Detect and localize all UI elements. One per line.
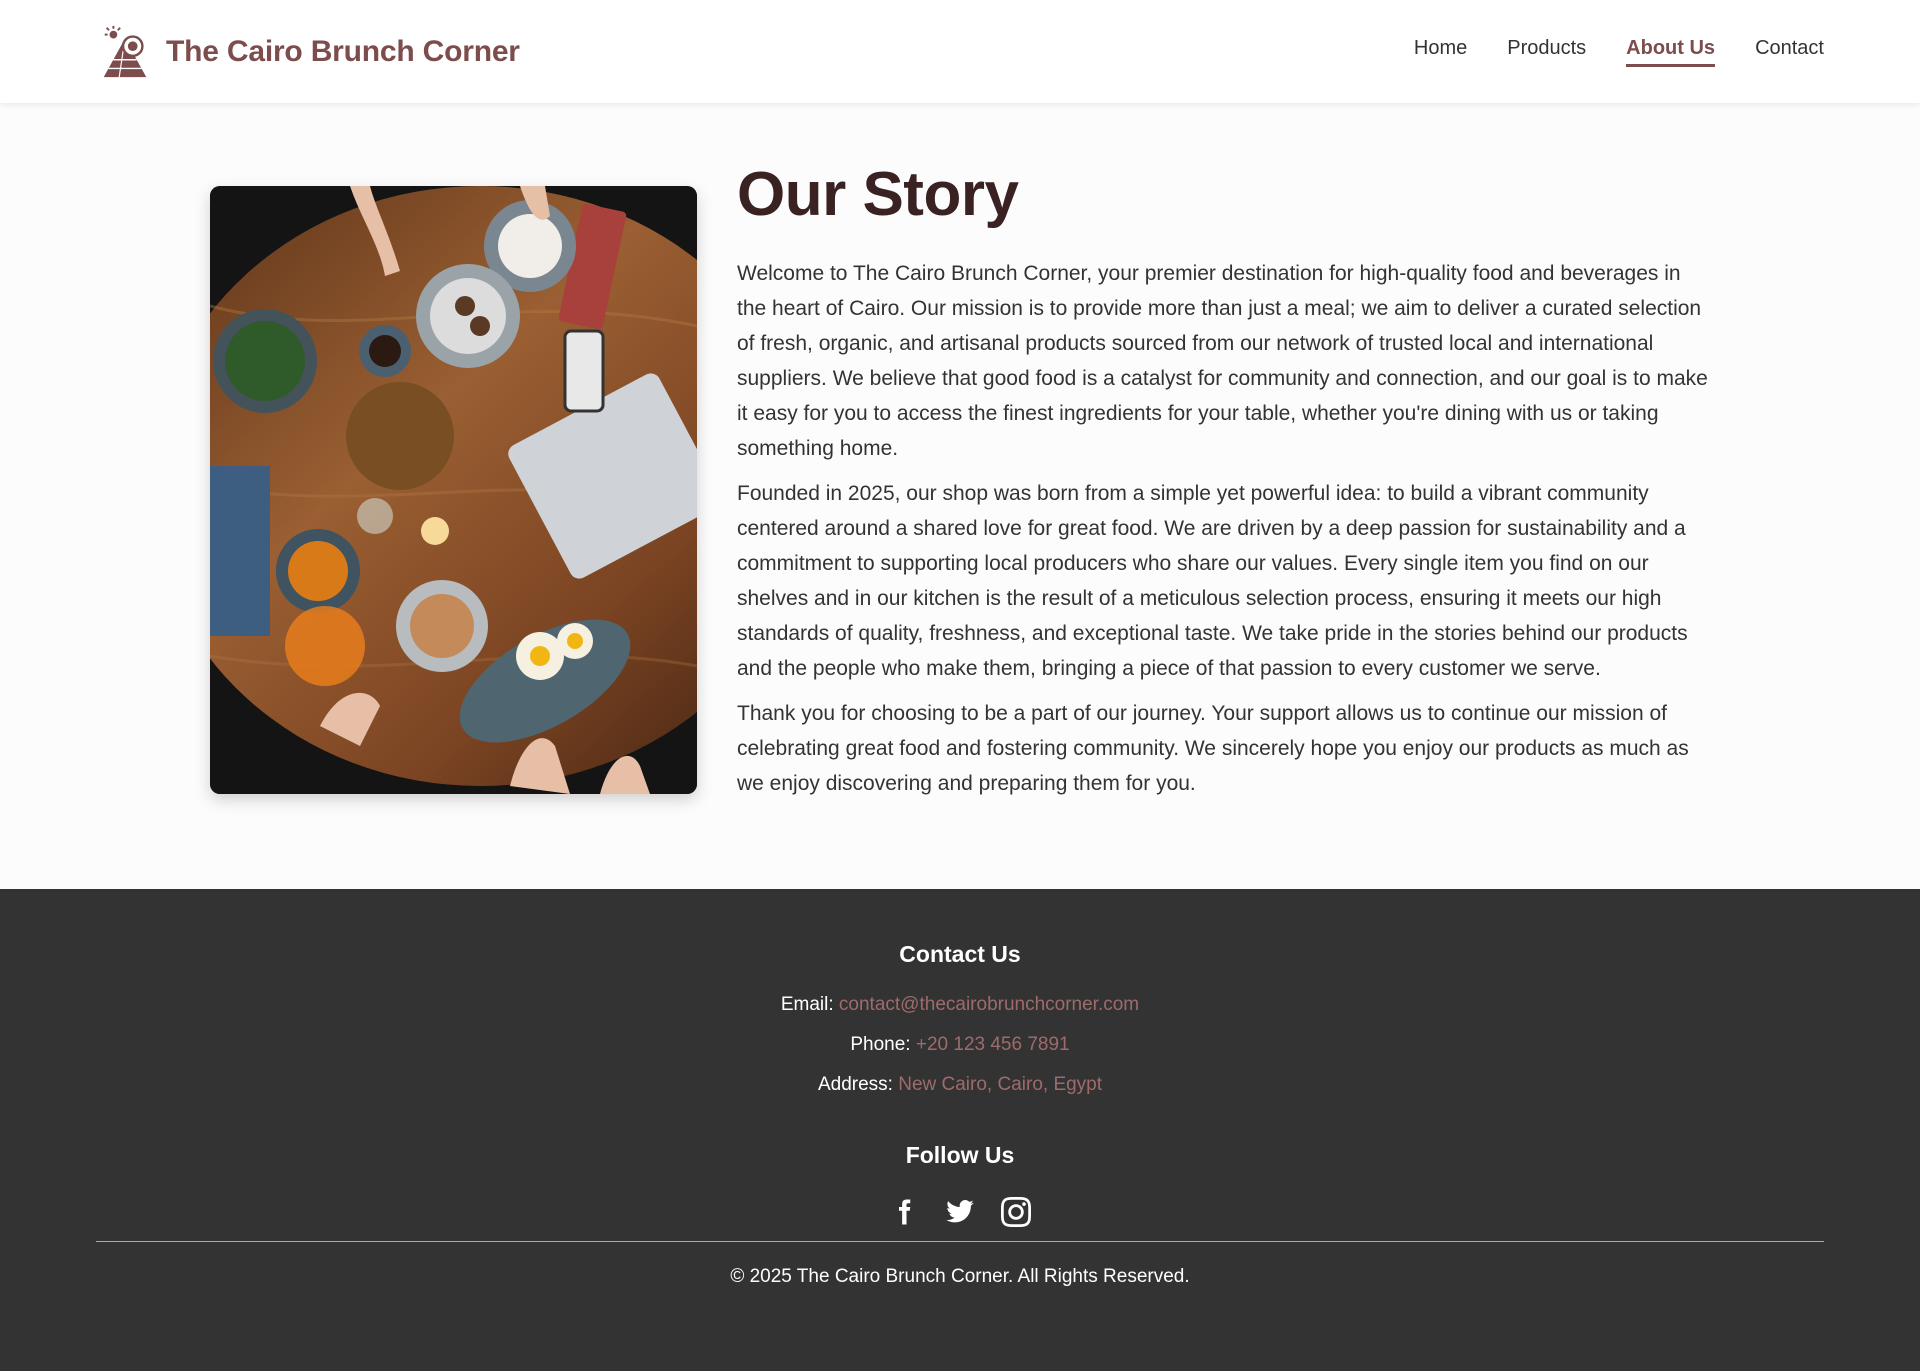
story-paragraph: Founded in 2025, our shop was born from … <box>737 482 1688 680</box>
address-label: Address: <box>817 1074 893 1095</box>
email-label: Email: <box>780 994 834 1015</box>
email-link[interactable]: contact@thecairobrunchcorner.com <box>839 994 1139 1015</box>
address-link[interactable]: New Cairo, Cairo, Egypt <box>898 1074 1102 1095</box>
facebook-icon[interactable] <box>887 1195 921 1229</box>
brunch-table-photo <box>210 186 697 794</box>
brand-name[interactable]: The Cairo Brunch Corner <box>166 35 520 69</box>
nav-home[interactable]: Home <box>1414 37 1467 67</box>
main-nav: Home Products About Us Contact <box>1414 37 1824 67</box>
contact-heading: Contact Us <box>899 941 1021 967</box>
follow-heading: Follow Us <box>905 1142 1015 1168</box>
twitter-icon[interactable] <box>943 1195 977 1229</box>
copyright: © 2025 The Cairo Brunch Corner. All Righ… <box>730 1266 1190 1287</box>
phone-label: Phone: <box>850 1034 911 1055</box>
about-section: Our Story Welcome to The Cairo Brunch Co… <box>0 103 1920 889</box>
nav-about-us[interactable]: About Us <box>1626 37 1716 67</box>
story-paragraph: Welcome to The Cairo Brunch Corner, your… <box>737 262 1708 460</box>
phone-line: Phone: +20 123 456 7891 <box>0 1034 1920 1056</box>
site-header: The Cairo Brunch Corner Home Products Ab… <box>0 0 1920 103</box>
footer-divider <box>96 1241 1824 1242</box>
page-title: Our Story <box>737 160 1019 229</box>
our-story: Our Story Welcome to The Cairo Brunch Co… <box>737 159 1710 889</box>
pyramid-sun-icon <box>103 25 147 77</box>
site-footer: Contact Us Email: contact@thecairobrunch… <box>0 889 1920 1371</box>
brand[interactable]: The Cairo Brunch Corner <box>96 23 520 81</box>
social-links <box>0 1195 1920 1229</box>
story-paragraph: Thank you for choosing to be a part of o… <box>737 702 1689 795</box>
address-line: Address: New Cairo, Cairo, Egypt <box>0 1074 1920 1096</box>
instagram-icon[interactable] <box>999 1195 1033 1229</box>
email-line: Email: contact@thecairobrunchcorner.com <box>0 994 1920 1016</box>
nav-products[interactable]: Products <box>1507 37 1586 67</box>
phone-link[interactable]: +20 123 456 7891 <box>916 1034 1070 1055</box>
nav-contact[interactable]: Contact <box>1755 37 1824 67</box>
